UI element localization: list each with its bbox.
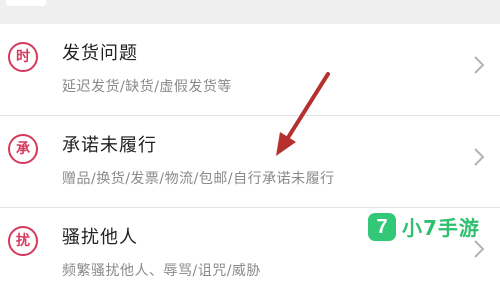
chevron-right-icon bbox=[474, 240, 485, 258]
complaint-reason-list: 时 发货问题 延迟发货/缺货/虚假发货等 承 承诺未履行 赠品/换货/发票/物流… bbox=[0, 24, 500, 281]
list-item-promise-unfulfilled[interactable]: 承 承诺未履行 赠品/换货/发票/物流/包邮/自行承诺未履行 bbox=[0, 116, 500, 208]
harassment-badge-icon: 扰 bbox=[8, 226, 38, 256]
chevron-right-icon bbox=[474, 56, 485, 74]
watermark-text: 小7手游 bbox=[402, 216, 480, 240]
item-subtitle: 延迟发货/缺货/虚假发货等 bbox=[62, 79, 232, 95]
promise-badge-icon: 承 bbox=[8, 134, 38, 164]
watermark-logo: 7 小7手游 bbox=[368, 212, 480, 241]
status-bar bbox=[0, 0, 500, 24]
status-bar-remnant bbox=[6, 0, 46, 6]
watermark-logo-icon: 7 bbox=[368, 212, 396, 241]
shipping-badge-icon: 时 bbox=[8, 42, 38, 72]
item-subtitle: 赠品/换货/发票/物流/包邮/自行承诺未履行 bbox=[62, 171, 335, 187]
item-title: 承诺未履行 bbox=[62, 135, 157, 156]
list-item-shipping-issue[interactable]: 时 发货问题 延迟发货/缺货/虚假发货等 bbox=[0, 24, 500, 116]
item-title: 发货问题 bbox=[62, 43, 138, 64]
chevron-right-icon bbox=[474, 148, 485, 166]
item-title: 骚扰他人 bbox=[62, 227, 138, 248]
item-subtitle: 频繁骚扰他人、辱骂/诅咒/威胁 bbox=[62, 263, 261, 279]
